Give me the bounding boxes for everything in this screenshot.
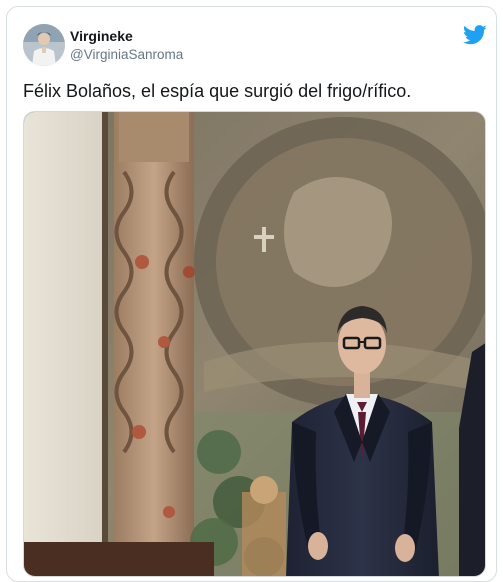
user-avatar-icon (23, 24, 65, 66)
photo-man-in-suit-before-tapestry-icon (24, 112, 485, 576)
tweet-text: Félix Bolaños, el espía que surgió del f… (23, 81, 412, 101)
tweet-photo[interactable] (23, 111, 486, 577)
twitter-bird-icon[interactable] (463, 24, 487, 46)
author-display-name[interactable]: Virgineke (70, 28, 133, 44)
author-avatar[interactable] (23, 24, 65, 66)
author-handle[interactable]: @VirginiaSanroma (70, 47, 183, 62)
tweet-card[interactable]: Virgineke @VirginiaSanroma Félix Bolaños… (6, 6, 497, 582)
